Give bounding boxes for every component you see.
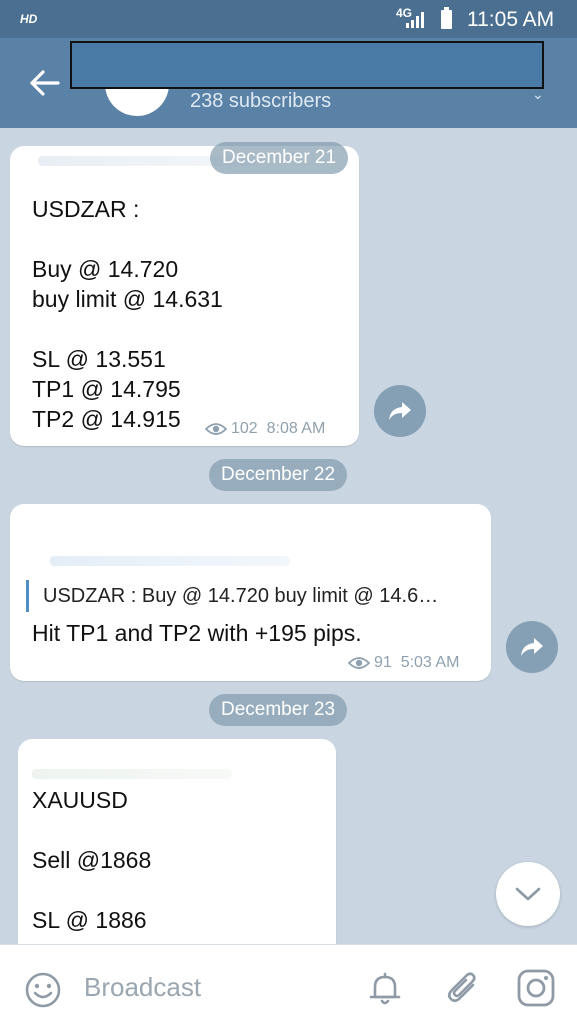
message-text: XAUUSD Sell @1868 SL @ 1886 xyxy=(32,785,151,935)
message-time: 8:08 AM xyxy=(266,420,326,437)
view-count: 102 xyxy=(231,420,258,437)
signal-icon xyxy=(406,12,424,28)
message-line: buy limit @ 14.631 xyxy=(32,286,223,312)
instagram-icon[interactable] xyxy=(515,967,557,1009)
reply-preview[interactable]: USDZAR : Buy @ 14.720 buy limit @ 14.6… xyxy=(26,580,472,612)
message-list[interactable]: USDZAR : Buy @ 14.720 buy limit @ 14.631… xyxy=(0,128,577,944)
message-line xyxy=(32,224,223,254)
message-line xyxy=(32,875,151,905)
message-line xyxy=(32,815,151,845)
message-time: 5:03 AM xyxy=(400,654,460,671)
message-line: Sell @1868 xyxy=(32,847,152,873)
message-line: TP2 @ 14.915 xyxy=(32,406,181,432)
scroll-down-button[interactable] xyxy=(496,862,560,926)
channel-header: 238 subscribers ⌄ xyxy=(0,38,577,128)
channel-title-redacted[interactable] xyxy=(70,41,544,89)
clock: 11:05 AM xyxy=(467,8,555,31)
share-button[interactable] xyxy=(506,621,558,673)
share-button[interactable] xyxy=(374,385,426,437)
status-bar: HD 4G 11:05 AM xyxy=(0,0,577,38)
subscriber-count: 238 subscribers xyxy=(190,90,332,112)
more-icon[interactable]: ⌄ xyxy=(532,86,544,103)
message-meta: 91 5:03 AM xyxy=(348,654,459,672)
emoji-icon[interactable] xyxy=(24,971,62,1009)
bell-icon[interactable] xyxy=(365,969,405,1009)
date-separator: December 21 xyxy=(210,142,349,174)
message-line: Buy @ 14.720 xyxy=(32,256,179,282)
message-line xyxy=(32,314,223,344)
sender-name-faint xyxy=(50,556,290,566)
broadcast-input[interactable]: Broadcast xyxy=(84,972,201,1003)
message-line: TP1 @ 14.795 xyxy=(32,376,181,402)
date-separator: December 23 xyxy=(209,694,348,726)
date-separator: December 22 xyxy=(209,459,348,491)
battery-icon xyxy=(441,7,452,29)
message-line: SL @ 1886 xyxy=(32,907,147,933)
message-text: Hit TP1 and TP2 with +195 pips. xyxy=(32,620,362,646)
eye-icon xyxy=(205,422,227,435)
hd-indicator: HD xyxy=(20,12,38,26)
eye-icon xyxy=(348,656,370,669)
chevron-down-icon xyxy=(515,887,541,901)
message-line: SL @ 13.551 xyxy=(32,346,166,372)
message-bubble[interactable]: XAUUSD Sell @1868 SL @ 1886 xyxy=(18,739,336,944)
sender-name-faint xyxy=(32,769,232,779)
broadcast-bar: Broadcast xyxy=(0,944,577,1025)
share-icon xyxy=(389,402,411,420)
message-line: XAUUSD xyxy=(32,787,128,813)
arrow-left-icon[interactable] xyxy=(28,68,62,98)
message-meta: 102 8:08 AM xyxy=(205,420,325,438)
message-text: USDZAR : Buy @ 14.720 buy limit @ 14.631… xyxy=(32,194,223,434)
paperclip-icon[interactable] xyxy=(443,969,483,1009)
message-line: USDZAR : xyxy=(32,196,140,222)
share-icon xyxy=(521,638,543,656)
view-count: 91 xyxy=(374,654,392,671)
message-bubble[interactable]: USDZAR : Buy @ 14.720 buy limit @ 14.631… xyxy=(10,146,359,446)
